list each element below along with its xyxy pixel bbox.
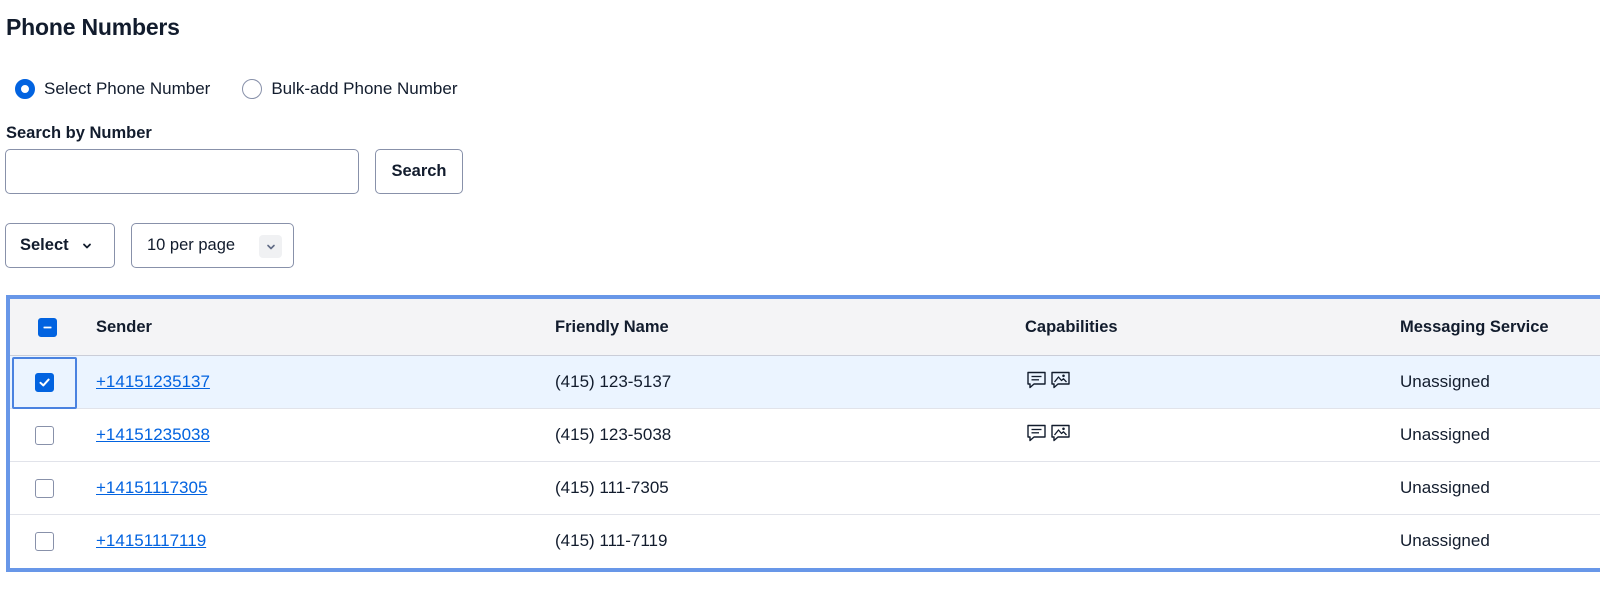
row-checkbox[interactable] xyxy=(35,372,54,392)
messaging-service-cell: Unassigned xyxy=(1400,531,1490,550)
row-select-cell xyxy=(35,515,54,567)
column-header-capabilities: Capabilities xyxy=(1025,317,1118,336)
select-all-cell xyxy=(38,299,57,355)
row-select-cell xyxy=(35,356,54,408)
row-checkbox[interactable] xyxy=(35,478,54,498)
number-mode-radio-group: Select Phone Number Bulk-add Phone Numbe… xyxy=(15,79,490,99)
messaging-service-cell: Unassigned xyxy=(1400,372,1490,391)
radio-button-selected[interactable] xyxy=(15,79,35,99)
sender-link[interactable]: +14151235038 xyxy=(96,425,210,445)
per-page-select[interactable]: 10 per page xyxy=(131,223,294,268)
sender-link[interactable]: +14151117119 xyxy=(96,531,206,551)
select-dropdown-label: Select xyxy=(20,236,69,254)
row-select-cell xyxy=(35,462,54,514)
row-checkbox[interactable] xyxy=(35,425,54,445)
table-row: +14151117305 (415) 111-7305 Unassigned xyxy=(10,462,1600,515)
friendly-name-cell: (415) 123-5038 xyxy=(555,425,672,444)
sender-cell: +14151235137 xyxy=(96,356,210,408)
table-header: Sender Friendly Name Capabilities Messag… xyxy=(10,299,1600,356)
radio-label: Bulk-add Phone Number xyxy=(271,79,458,98)
sender-cell: +14151235038 xyxy=(96,409,210,461)
friendly-name-cell: (415) 111-7119 xyxy=(555,531,668,550)
radio-label: Select Phone Number xyxy=(44,79,211,98)
row-checkbox[interactable] xyxy=(35,531,54,551)
chevron-down-icon xyxy=(259,235,282,258)
row-select-cell xyxy=(35,409,54,461)
mms-icon xyxy=(1050,423,1071,448)
sms-icon xyxy=(1026,423,1047,448)
friendly-name-cell: (415) 111-7305 xyxy=(555,478,669,497)
capabilities-cell xyxy=(1026,409,1071,461)
search-input[interactable] xyxy=(5,149,359,194)
messaging-service-cell: Unassigned xyxy=(1400,478,1490,497)
sender-link[interactable]: +14151117305 xyxy=(96,478,207,498)
table-row: +14151235137 (415) 123-5137 Unassigned xyxy=(10,356,1600,409)
sender-cell: +14151117119 xyxy=(96,515,206,567)
per-page-value: 10 per page xyxy=(147,236,236,254)
search-button[interactable]: Search xyxy=(375,149,463,194)
column-header-sender: Sender xyxy=(96,317,152,336)
chevron-down-icon xyxy=(81,240,93,252)
messaging-service-cell: Unassigned xyxy=(1400,425,1490,444)
sms-icon xyxy=(1026,370,1047,395)
capabilities-cell xyxy=(1026,356,1071,408)
phone-numbers-page: Phone Numbers Select Phone Number Bulk-a… xyxy=(0,0,1600,589)
table-row: +14151235038 (415) 123-5038 Unassigned xyxy=(10,409,1600,462)
page-title: Phone Numbers xyxy=(6,14,180,40)
select-dropdown[interactable]: Select xyxy=(5,223,115,268)
mms-icon xyxy=(1050,370,1071,395)
radio-select-phone-number[interactable]: Select Phone Number xyxy=(15,79,210,99)
column-header-messaging-service: Messaging Service xyxy=(1400,317,1549,336)
sender-cell: +14151117305 xyxy=(96,462,207,514)
table-row: +14151117119 (415) 111-7119 Unassigned xyxy=(10,515,1600,568)
friendly-name-cell: (415) 123-5137 xyxy=(555,372,672,391)
radio-button-unselected[interactable] xyxy=(242,79,263,99)
search-label: Search by Number xyxy=(6,124,152,142)
phone-numbers-table: Sender Friendly Name Capabilities Messag… xyxy=(6,295,1600,572)
radio-bulk-add-phone-number[interactable]: Bulk-add Phone Number xyxy=(242,79,458,99)
column-header-friendly-name: Friendly Name xyxy=(555,317,669,336)
select-all-checkbox[interactable] xyxy=(38,317,57,337)
sender-link[interactable]: +14151235137 xyxy=(96,372,210,392)
